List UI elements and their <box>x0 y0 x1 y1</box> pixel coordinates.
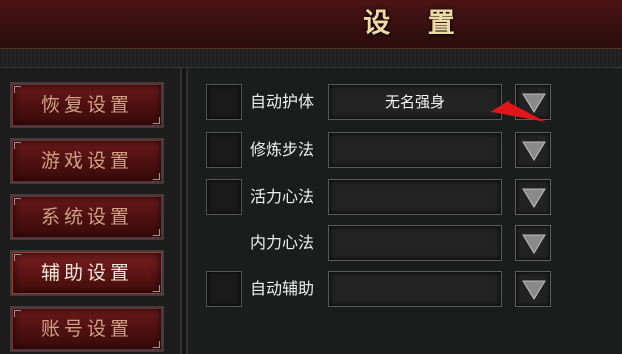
auto-protect-checkbox[interactable] <box>206 84 242 120</box>
vitality-method-dropdown[interactable] <box>515 179 551 215</box>
sidebar-item-assist[interactable]: 辅助设置 <box>10 250 164 296</box>
vitality-method-label: 活力心法 <box>249 187 314 206</box>
triangle-down-icon <box>522 141 546 161</box>
settings-panel: 自动护体 无名强身 修炼步法 活力心法 内力心法 自动辅助 <box>186 68 622 354</box>
auto-assist-checkbox[interactable] <box>206 271 242 307</box>
red-arrow-icon <box>490 100 546 122</box>
sidebar-item-game[interactable]: 游戏设置 <box>10 138 164 184</box>
auto-protect-select[interactable]: 无名强身 <box>328 84 502 120</box>
cultivate-step-dropdown[interactable] <box>515 132 551 168</box>
cultivate-step-select[interactable] <box>328 132 502 168</box>
auto-assist-select[interactable] <box>328 271 502 307</box>
triangle-down-icon <box>522 188 546 208</box>
sidebar-item-restore[interactable]: 恢复设置 <box>10 82 164 128</box>
header-subbar <box>0 49 622 68</box>
inner-power-label: 内力心法 <box>249 233 314 252</box>
sidebar-item-system[interactable]: 系统设置 <box>10 194 164 240</box>
triangle-down-icon <box>522 234 546 254</box>
auto-assist-label: 自动辅助 <box>249 279 314 298</box>
page-title: 设 置 <box>363 8 469 39</box>
sidebar: 恢复设置 游戏设置 系统设置 辅助设置 账号设置 <box>0 68 182 354</box>
triangle-down-icon <box>522 280 546 300</box>
sidebar-item-account[interactable]: 账号设置 <box>10 306 164 352</box>
inner-power-dropdown[interactable] <box>515 225 551 261</box>
vitality-method-select[interactable] <box>328 179 502 215</box>
cultivate-step-label: 修炼步法 <box>249 140 314 159</box>
auto-protect-label: 自动护体 <box>249 92 314 111</box>
auto-assist-dropdown[interactable] <box>515 271 551 307</box>
vitality-method-checkbox[interactable] <box>206 179 242 215</box>
inner-power-select[interactable] <box>328 225 502 261</box>
cultivate-step-checkbox[interactable] <box>206 132 242 168</box>
